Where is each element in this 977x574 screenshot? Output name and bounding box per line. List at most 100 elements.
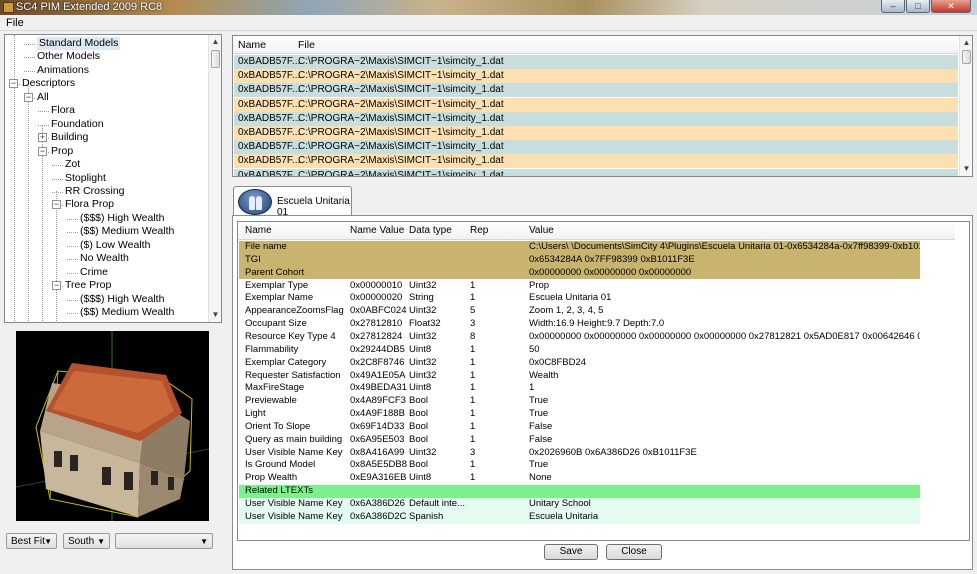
property-cell-nv: 0x4A89FCF3 [350, 395, 406, 407]
property-row[interactable]: TGI 0x6534284A 0x7FF98399 0xB1011F3E [239, 253, 920, 267]
file-row[interactable]: 0xBADB57F... C:\PROGRA~2\Maxis\SIMCIT~1\s… [234, 83, 958, 98]
property-cell-nv: 0x0ABFC024 [350, 305, 407, 317]
property-row[interactable]: Requester Satisfaction 0x49A1E05A Uint32 1 W… [239, 369, 920, 383]
save-button[interactable]: Save [544, 544, 598, 560]
tree-item[interactable]: Other Models [37, 50, 100, 63]
property-row[interactable]: Is Ground Model 0x8A5E5DB8 Bool 1 True [239, 459, 920, 473]
column-header-name-value[interactable]: Name Value [350, 225, 404, 236]
tree-item[interactable]: ($$) Medium Wealth [80, 306, 174, 319]
scroll-thumb[interactable] [211, 50, 220, 68]
maximize-button[interactable]: □ [906, 0, 930, 13]
category-tree[interactable]: Standard Models Other Models Animations − De… [4, 34, 222, 323]
scroll-down-arrow-icon[interactable]: ▼ [960, 162, 972, 176]
expand-icon[interactable]: + [38, 133, 47, 143]
collapse-icon[interactable]: − [52, 281, 61, 291]
model-preview[interactable] [16, 331, 209, 521]
tree-item[interactable]: Animations [37, 64, 89, 77]
file-row[interactable]: 0xBADB57F... C:\PROGRA~2\Maxis\SIMCIT~1\s… [234, 55, 958, 69]
tree-item[interactable]: ($$$) High Wealth [80, 293, 164, 306]
property-table[interactable]: Name Name Value Data type Rep Value File… [237, 221, 970, 541]
column-header-data-type[interactable]: Data type [409, 225, 452, 236]
property-row[interactable]: Related LTEXTs [239, 485, 920, 498]
file-row[interactable]: 0xBADB57F... C:\PROGRA~2\Maxis\SIMCIT~1\s… [234, 168, 958, 176]
tree-item[interactable]: ($) Low Wealth [80, 239, 150, 252]
property-cell-nv: 0x00000010 [350, 279, 403, 291]
tree-item[interactable]: Standard Models [37, 37, 121, 50]
property-row[interactable]: MaxFireStage 0x49BEDA31 Uint8 1 1 [239, 382, 920, 396]
property-cell-nv: 0x2C8F8746 [350, 356, 405, 368]
tree-item[interactable]: Stoplight [65, 172, 106, 185]
scroll-up-arrow-icon[interactable]: ▲ [960, 36, 972, 50]
column-header-name[interactable]: Name [238, 39, 266, 51]
scroll-thumb[interactable] [962, 50, 971, 64]
tree-item[interactable]: Tree Prop [65, 279, 111, 292]
file-row[interactable]: 0xBADB57F... C:\PROGRA~2\Maxis\SIMCIT~1\s… [234, 111, 958, 126]
property-cell-name: Prop Wealth [245, 472, 298, 484]
tree-item[interactable]: Building [51, 131, 88, 144]
property-row[interactable]: Light 0x4A9F188B Bool 1 True [239, 408, 920, 421]
scroll-up-arrow-icon[interactable]: ▲ [209, 35, 221, 49]
property-row[interactable]: Prop Wealth 0xE9A316EB Uint8 1 None [239, 472, 920, 486]
collapse-icon[interactable]: − [52, 200, 61, 210]
property-row[interactable]: Resource Key Type 4 0x27812824 Uint32 8 0x00… [239, 330, 920, 344]
menu-file[interactable]: File [6, 17, 24, 29]
scroll-down-arrow-icon[interactable]: ▼ [209, 308, 221, 322]
property-row[interactable]: File name C:\Users\ \Documents\SimCity 4\… [239, 241, 920, 254]
collapse-icon[interactable]: − [38, 146, 47, 156]
chevron-down-icon: ▼ [200, 537, 208, 546]
tree-guide-line [24, 44, 35, 45]
property-row[interactable]: Occupant Size 0x27812810 Float32 3 Width:16.… [239, 318, 920, 331]
close-button[interactable]: Close [606, 544, 662, 560]
property-row[interactable]: AppearanceZoomsFlag 0x0ABFC024 Uint32 5 Zoom… [239, 305, 920, 319]
file-row[interactable]: 0xBADB57F... C:\PROGRA~2\Maxis\SIMCIT~1\s… [234, 154, 958, 169]
tree-item[interactable]: All [37, 91, 49, 104]
property-row[interactable]: User Visible Name Key 0x6A386D26 Default i… [239, 498, 920, 511]
tree-item[interactable]: ($$) Medium Wealth [80, 225, 174, 238]
tree-scrollbar[interactable]: ▲ ▼ [208, 35, 221, 322]
collapse-icon[interactable]: − [9, 79, 18, 89]
tree-item[interactable]: Descriptors [22, 77, 75, 90]
column-header-file[interactable]: File [298, 39, 315, 51]
property-row[interactable]: Exemplar Name 0x00000020 String 1 Escuela Un… [239, 292, 920, 306]
tab-exemplar[interactable]: Escuela Unitaria 01 [233, 186, 352, 218]
property-cell-dt: Uint8 [409, 472, 432, 484]
tree-item[interactable]: RR Crossing [65, 185, 125, 198]
extra-select[interactable]: ▼ [115, 533, 213, 549]
property-cell-dt: Bool [409, 395, 429, 407]
tree-item[interactable]: Prop [51, 145, 73, 158]
tree-item[interactable]: Flora Prop [65, 198, 114, 211]
property-row[interactable]: Previewable 0x4A89FCF3 Bool 1 True [239, 395, 920, 408]
property-row[interactable]: Exemplar Category 0x2C8F8746 Uint32 1 0x0C8F… [239, 356, 920, 370]
close-window-button[interactable]: ✕ [931, 0, 971, 13]
file-row[interactable]: 0xBADB57F... C:\PROGRA~2\Maxis\SIMCIT~1\s… [234, 69, 958, 84]
tree-item[interactable]: ($$$) High Wealth [80, 212, 164, 225]
tree-item[interactable]: No Wealth [80, 252, 129, 265]
property-row[interactable]: User Visible Name Key 0x8A416A99 Uint32 3 0x… [239, 446, 920, 460]
tree-item[interactable]: Flora [51, 104, 75, 117]
property-cell-nv: 0x27812824 [350, 330, 403, 342]
tree-item[interactable]: Zot [65, 158, 80, 171]
property-row[interactable]: Orient To Slope 0x69F14D33 Bool 1 False [239, 420, 920, 434]
file-row[interactable]: 0xBADB57F... C:\PROGRA~2\Maxis\SIMCIT~1\s… [234, 126, 958, 140]
property-row[interactable]: Flammability 0x29244DB5 Uint8 1 50 [239, 343, 920, 357]
column-header-value[interactable]: Value [529, 225, 554, 236]
property-row[interactable]: Exemplar Type 0x00000010 Uint32 1 Prop [239, 279, 920, 293]
file-row[interactable]: 0xBADB57F... C:\PROGRA~2\Maxis\SIMCIT~1\s… [234, 140, 958, 155]
tree-item[interactable]: Crime [80, 266, 108, 279]
direction-select[interactable]: South ▼ [63, 533, 110, 549]
property-row[interactable]: Parent Cohort 0x00000000 0x00000000 0x000… [239, 266, 920, 280]
property-row[interactable]: Query as main building 0x6A95E503 Bool 1 Fal… [239, 433, 920, 447]
collapse-icon[interactable]: − [24, 92, 33, 102]
zoom-select[interactable]: Best Fit ▼ [6, 533, 57, 549]
property-cell-nv: 0x6A95E503 [350, 433, 405, 445]
file-row[interactable]: 0xBADB57F... C:\PROGRA~2\Maxis\SIMCIT~1\s… [234, 97, 958, 112]
property-cell-rep: 1 [470, 356, 476, 368]
tree-item[interactable]: Foundation [51, 118, 104, 131]
file-list-scrollbar[interactable]: ▲ ▼ [959, 36, 972, 176]
property-row[interactable]: User Visible Name Key 0x6A386D2C Spanish Es… [239, 510, 920, 524]
tree-guide-line [67, 218, 78, 220]
minimize-button[interactable]: – [881, 0, 905, 13]
file-list[interactable]: Name File 0xBADB57F... C:\PROGRA~2\Maxis\… [232, 35, 973, 177]
column-header-name[interactable]: Name [245, 225, 272, 236]
column-header-rep[interactable]: Rep [470, 225, 488, 236]
